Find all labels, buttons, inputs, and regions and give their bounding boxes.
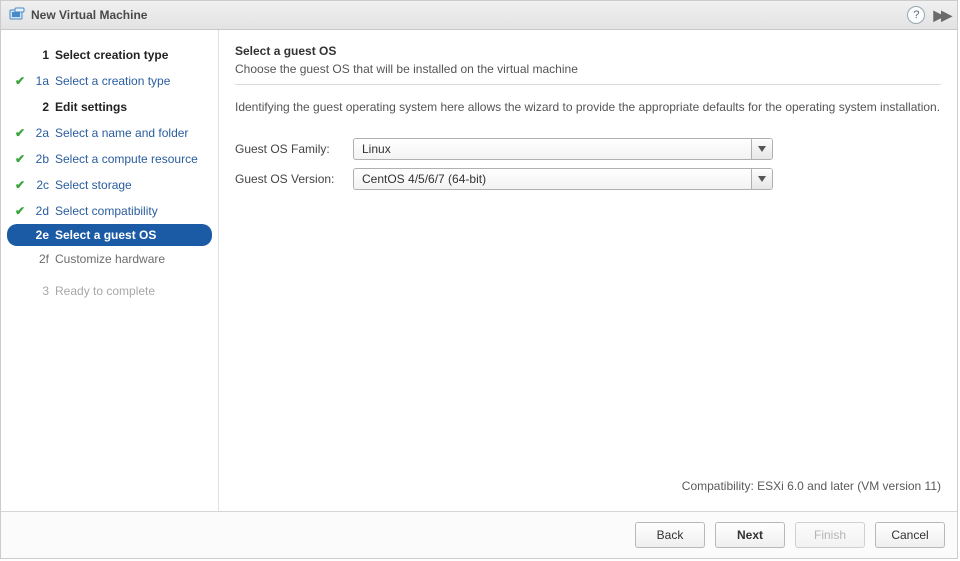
step-label: Select storage (55, 178, 132, 192)
step-label: Ready to complete (55, 284, 155, 298)
step-2f: ✔ 2f Customize hardware (1, 246, 218, 272)
chevron-down-icon (751, 139, 772, 159)
step-number: 2b (29, 152, 49, 166)
step-2c[interactable]: ✔ 2c Select storage (1, 172, 218, 198)
page-subtitle: Choose the guest OS that will be install… (235, 62, 941, 76)
step-label: Select a guest OS (55, 228, 156, 242)
step-number: 2 (29, 100, 49, 114)
chevron-down-icon (751, 169, 772, 189)
next-button[interactable]: Next (715, 522, 785, 548)
step-label: Select compatibility (55, 204, 158, 218)
wizard-steps-sidebar: ✔ 1 Select creation type ✔ 1a Select a c… (1, 30, 219, 511)
step-number: 1a (29, 74, 49, 88)
guest-os-version-value: CentOS 4/5/6/7 (64-bit) (354, 169, 751, 189)
guest-os-version-row: Guest OS Version: CentOS 4/5/6/7 (64-bit… (235, 168, 941, 190)
check-icon: ✔ (11, 152, 29, 166)
back-button[interactable]: Back (635, 522, 705, 548)
step-label: Select a compute resource (55, 152, 198, 166)
wizard-window: New Virtual Machine ? ▶▶ ✔ 1 Select crea… (0, 0, 958, 559)
page-description: Identifying the guest operating system h… (235, 99, 941, 116)
cancel-button[interactable]: Cancel (875, 522, 945, 548)
guest-os-version-select[interactable]: CentOS 4/5/6/7 (64-bit) (353, 168, 773, 190)
step-number: 2c (29, 178, 49, 192)
step-2d[interactable]: ✔ 2d Select compatibility (1, 198, 218, 224)
step-number: 2d (29, 204, 49, 218)
step-number: 1 (29, 48, 49, 62)
guest-os-version-label: Guest OS Version: (235, 172, 353, 186)
finish-button: Finish (795, 522, 865, 548)
step-1: ✔ 1 Select creation type (1, 42, 218, 68)
step-number: 2e (29, 228, 49, 242)
help-icon[interactable]: ? (907, 6, 925, 24)
guest-os-family-select[interactable]: Linux (353, 138, 773, 160)
main-panel: Select a guest OS Choose the guest OS th… (219, 30, 957, 511)
check-icon: ✔ (11, 204, 29, 218)
step-number: 2a (29, 126, 49, 140)
check-icon: ✔ (11, 126, 29, 140)
guest-os-family-value: Linux (354, 139, 751, 159)
step-1a[interactable]: ✔ 1a Select a creation type (1, 68, 218, 94)
step-2e[interactable]: ✔ 2e Select a guest OS (7, 224, 212, 246)
expand-icon[interactable]: ▶▶ (933, 7, 949, 24)
step-3: ✔ 3 Ready to complete (1, 278, 218, 304)
divider (235, 84, 941, 85)
check-icon: ✔ (11, 178, 29, 192)
step-number: 3 (29, 284, 49, 298)
step-label: Customize hardware (55, 252, 165, 266)
window-title: New Virtual Machine (31, 8, 901, 22)
vm-icon (9, 7, 25, 23)
step-2b[interactable]: ✔ 2b Select a compute resource (1, 146, 218, 172)
wizard-button-bar: Back Next Finish Cancel (1, 511, 957, 558)
guest-os-family-label: Guest OS Family: (235, 142, 353, 156)
step-label: Select a creation type (55, 74, 170, 88)
step-label: Edit settings (55, 100, 127, 114)
step-number: 2f (29, 252, 49, 266)
step-label: Select creation type (55, 48, 168, 62)
step-2a[interactable]: ✔ 2a Select a name and folder (1, 120, 218, 146)
step-label: Select a name and folder (55, 126, 188, 140)
guest-os-family-row: Guest OS Family: Linux (235, 138, 941, 160)
compatibility-text: Compatibility: ESXi 6.0 and later (VM ve… (235, 479, 941, 493)
page-heading: Select a guest OS (235, 44, 941, 58)
step-2: ✔ 2 Edit settings (1, 94, 218, 120)
titlebar: New Virtual Machine ? ▶▶ (1, 1, 957, 30)
check-icon: ✔ (11, 74, 29, 88)
